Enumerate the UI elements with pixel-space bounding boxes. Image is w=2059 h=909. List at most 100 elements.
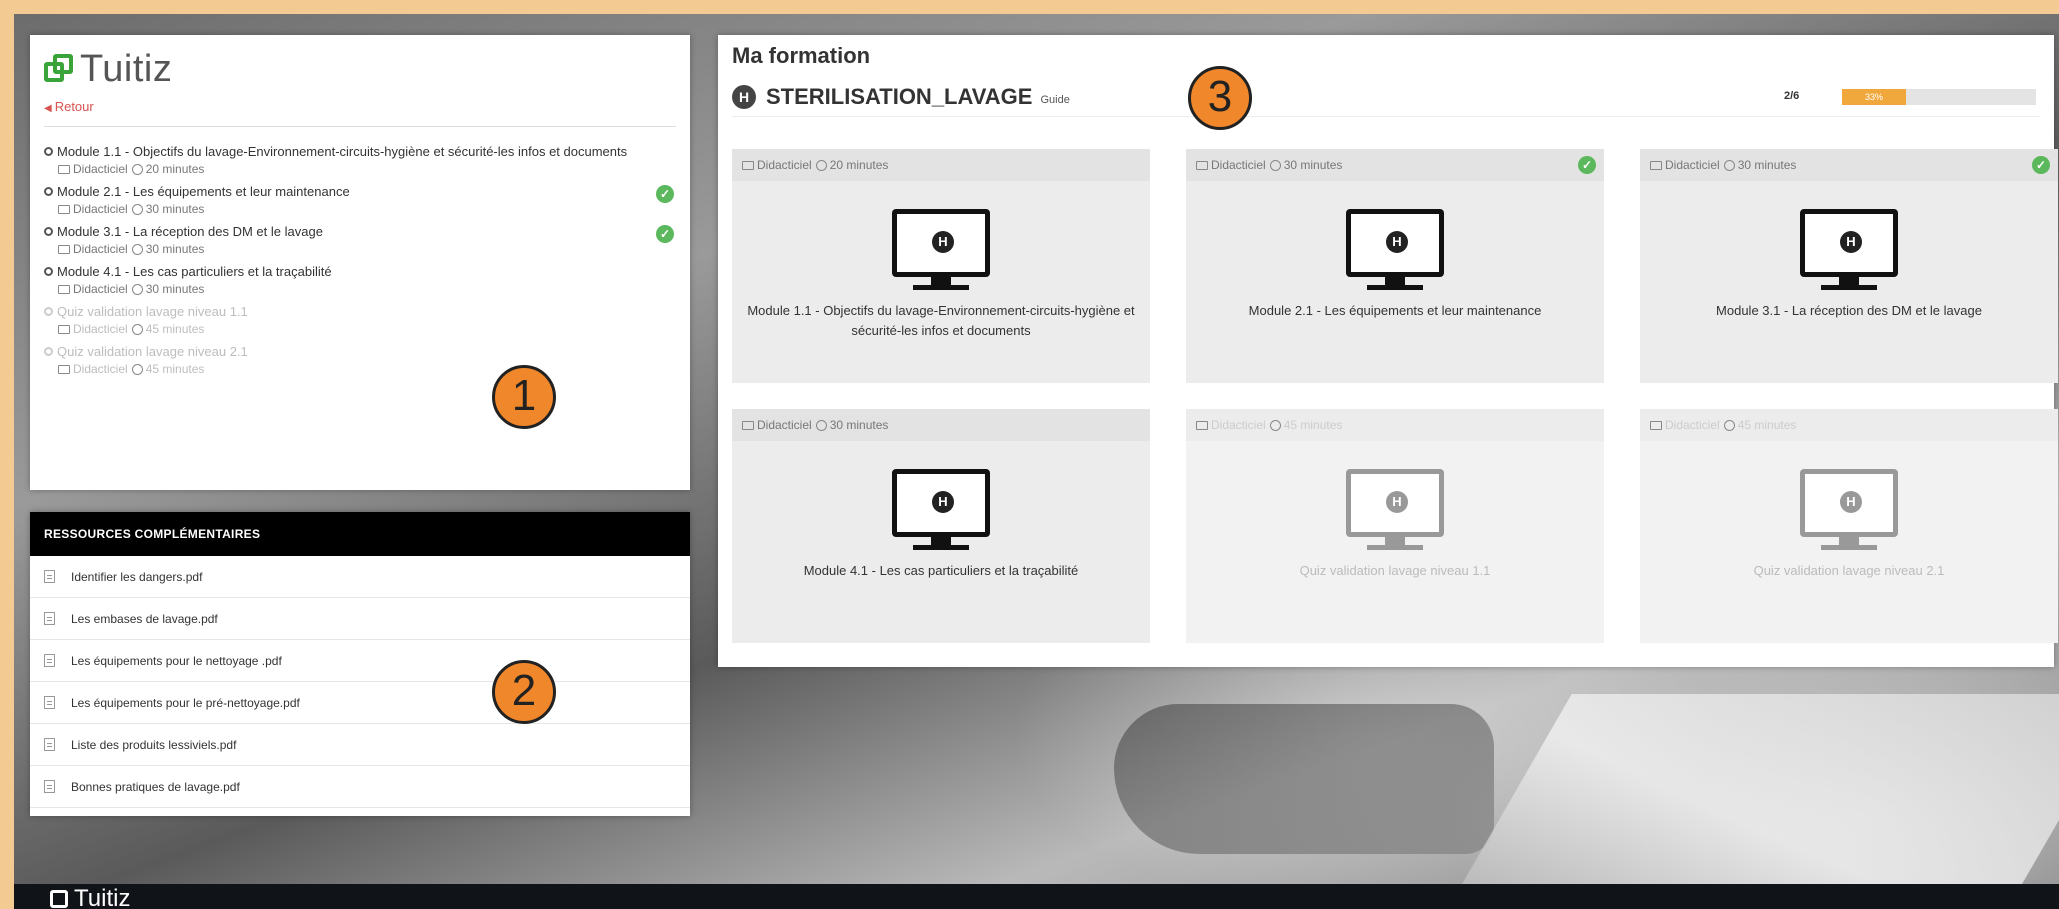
module-meta: Didacticiel 30 minutes [44, 241, 646, 257]
hospital-icon: H [1386, 231, 1408, 253]
brand[interactable]: Tuitiz [44, 43, 676, 95]
screen-icon [1650, 161, 1662, 170]
module-type: Didacticiel [73, 322, 128, 336]
module-type: Didacticiel [73, 362, 128, 376]
file-icon [44, 696, 55, 709]
sidebar-module-item: Quiz validation lavage niveau 1.1 Didacti… [44, 303, 676, 337]
monitor-base [1821, 285, 1877, 290]
module-bullet-icon [44, 347, 53, 356]
module-bullet-icon [44, 267, 53, 276]
resource-label: Les équipements pour le pré-nettoyage.pd… [71, 696, 300, 710]
resource-link[interactable]: Les équipements pour le nettoyage .pdf [30, 640, 690, 682]
monitor-icon: H [1346, 469, 1444, 537]
file-icon [44, 570, 55, 583]
clock-icon [1723, 160, 1735, 171]
screen-icon [1196, 421, 1208, 430]
module-title: Module 1.1 - Objectifs du lavage-Environ… [44, 143, 646, 161]
card-label: Quiz validation lavage niveau 1.1 [1299, 563, 1491, 578]
progress-bar: 33% [1842, 89, 2036, 105]
sidebar-module-item[interactable]: Module 3.1 - La réception des DM et le l… [44, 223, 676, 257]
module-card[interactable]: Didacticiel 30 minutes ✓ H Module 3.1 - La r… [1640, 149, 2058, 383]
sidebar-module-item: Quiz validation lavage niveau 2.1 Didacti… [44, 343, 676, 377]
resource-link[interactable]: Les équipements pour le pré-nettoyage.pd… [30, 682, 690, 724]
module-duration: 30 minutes [145, 282, 205, 296]
module-card[interactable]: Didacticiel 30 minutes H Module 4.1 - Les c… [732, 409, 1150, 643]
clock-icon [1723, 420, 1735, 431]
screen-icon [1196, 161, 1208, 170]
monitor-stand [931, 277, 951, 285]
brand-name: Tuitiz [80, 47, 173, 90]
clock-icon [131, 164, 143, 175]
back-link[interactable]: ◀ Retour [44, 99, 676, 127]
resources-header: RESSOURCES COMPLÉMENTAIRES [30, 512, 690, 556]
monitor-base [913, 285, 969, 290]
footer-bar [14, 884, 2059, 909]
module-title-text: Quiz validation lavage niveau 2.1 [57, 344, 248, 359]
monitor-stand [1839, 537, 1859, 545]
resource-link[interactable]: Identifier les dangers.pdf [30, 556, 690, 598]
module-card: Didacticiel 45 minutes H Quiz validation la… [1640, 409, 2058, 643]
module-meta: Didacticiel 30 minutes [44, 281, 646, 297]
module-duration: 45 minutes [145, 362, 205, 376]
file-icon [44, 780, 55, 793]
hospital-icon: H [932, 231, 954, 253]
screen-icon [58, 205, 70, 214]
module-title: Module 4.1 - Les cas particuliers et la … [44, 263, 646, 281]
card-type: Didacticiel [757, 418, 812, 432]
monitor-icon: H [1800, 209, 1898, 277]
card-duration: 30 minutes [1737, 158, 1797, 172]
module-bullet-icon [44, 227, 53, 236]
screen-icon [58, 285, 70, 294]
sidebar-module-item[interactable]: Module 2.1 - Les équipements et leur mai… [44, 183, 676, 217]
hospital-icon: H [732, 84, 756, 109]
screen-icon [58, 245, 70, 254]
monitor-icon: H [892, 469, 990, 537]
monitor-stand [1839, 277, 1859, 285]
card-type: Didacticiel [1665, 158, 1720, 172]
resource-link[interactable]: Liste des produits lessiviels.pdf [30, 724, 690, 766]
card-header: Didacticiel 45 minutes [1640, 409, 2058, 441]
module-title: Module 2.1 - Les équipements et leur mai… [44, 183, 646, 201]
hospital-icon: H [1840, 231, 1862, 253]
module-type: Didacticiel [73, 162, 128, 176]
monitor-icon: H [1346, 209, 1444, 277]
back-label: Retour [54, 99, 94, 114]
clock-icon [1269, 160, 1281, 171]
module-duration: 30 minutes [145, 202, 205, 216]
sidebar-module-item[interactable]: Module 4.1 - Les cas particuliers et la … [44, 263, 676, 297]
module-title-text: Module 2.1 - Les équipements et leur mai… [57, 184, 350, 199]
card-duration: 45 minutes [1283, 418, 1343, 432]
resource-link[interactable]: Les embases de lavage.pdf [30, 598, 690, 640]
sidebar-module-item[interactable]: Module 1.1 - Objectifs du lavage-Environ… [44, 143, 676, 177]
monitor-stand [1385, 277, 1405, 285]
card-header: Didacticiel 30 minutes ✓ [1186, 149, 1604, 181]
monitor-icon: H [892, 209, 990, 277]
card-duration: 45 minutes [1737, 418, 1797, 432]
annotation-badge-2: 2 [492, 660, 556, 724]
annotation-badge-1: 1 [492, 365, 556, 429]
module-duration: 45 minutes [145, 322, 205, 336]
resource-label: Les équipements pour le nettoyage .pdf [71, 654, 282, 668]
clock-icon [131, 244, 143, 255]
module-list: Module 1.1 - Objectifs du lavage-Environ… [44, 143, 676, 377]
progress-fill: 33% [1842, 89, 1907, 105]
module-type: Didacticiel [73, 202, 128, 216]
module-card[interactable]: Didacticiel 20 minutes H Module 1.1 - Objec… [732, 149, 1150, 383]
module-meta: Didacticiel 45 minutes [44, 361, 646, 377]
screen-icon [58, 365, 70, 374]
card-type: Didacticiel [1665, 418, 1720, 432]
card-label: Module 4.1 - Les cas particuliers et la … [803, 563, 1079, 578]
module-bullet-icon [44, 307, 53, 316]
resource-label: Identifier les dangers.pdf [71, 570, 203, 584]
module-title-text: Quiz validation lavage niveau 1.1 [57, 304, 248, 319]
card-header: Didacticiel 45 minutes [1186, 409, 1604, 441]
clock-icon [131, 364, 143, 375]
check-icon: ✓ [1578, 156, 1596, 174]
monitor-base [1367, 285, 1423, 290]
module-card[interactable]: Didacticiel 30 minutes ✓ H Module 2.1 - Les … [1186, 149, 1604, 383]
course-header: H STERILISATION_LAVAGE Guide 2/6 33% [732, 77, 2040, 117]
background-hand [1114, 704, 1494, 854]
card-label: Module 1.1 - Objectifs du lavage-Environ… [747, 303, 1135, 338]
module-title: Quiz validation lavage niveau 1.1 [44, 303, 646, 321]
resource-link[interactable]: Bonnes pratiques de lavage.pdf [30, 766, 690, 808]
